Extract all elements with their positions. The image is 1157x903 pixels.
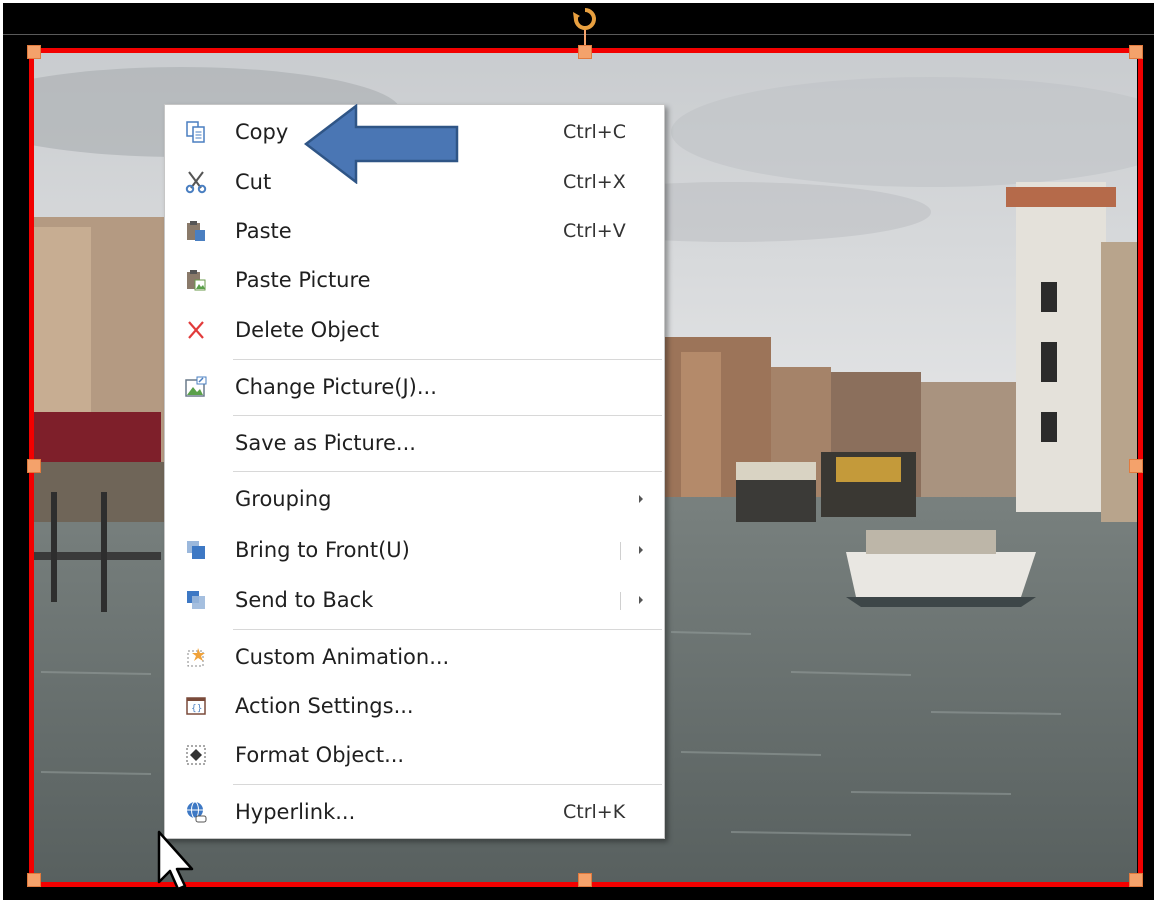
submenu-divider — [620, 592, 621, 610]
menu-item-shortcut: Ctrl+X — [563, 171, 626, 193]
menu-item-change-picture[interactable]: Change Picture(J)... — [165, 365, 664, 409]
menu-separator — [233, 629, 662, 630]
resize-handle-top-left[interactable] — [27, 45, 41, 59]
resize-handle-right[interactable] — [1129, 459, 1143, 473]
menu-item-grouping[interactable]: Grouping — [165, 477, 664, 521]
menu-item-label: Hyperlink... — [235, 800, 356, 824]
menu-item-action-settings[interactable]: {} Action Settings... — [165, 684, 664, 728]
scissors-icon — [183, 169, 209, 195]
submenu-arrow-icon[interactable] — [639, 546, 643, 554]
menu-item-label: Custom Animation... — [235, 645, 450, 669]
send-to-back-icon — [183, 587, 209, 613]
menu-item-shortcut: Ctrl+K — [563, 801, 626, 823]
resize-handle-bottom-right[interactable] — [1129, 873, 1143, 887]
menu-item-send-to-back[interactable]: Send to Back — [165, 578, 664, 622]
menu-separator — [233, 784, 662, 785]
menu-item-label: Delete Object — [235, 318, 380, 342]
menu-item-paste[interactable]: Paste Ctrl+V — [165, 209, 664, 253]
resize-handle-left[interactable] — [27, 459, 41, 473]
resize-handle-bottom-left[interactable] — [27, 873, 41, 887]
menu-item-label: Paste — [235, 219, 292, 243]
hyperlink-globe-icon — [183, 799, 209, 825]
menu-item-label: Bring to Front(U) — [235, 538, 410, 562]
menu-item-shortcut: Ctrl+V — [563, 220, 626, 242]
rotate-handle-icon[interactable] — [572, 6, 598, 32]
menu-item-label: Grouping — [235, 487, 332, 511]
svg-text:{}: {} — [191, 704, 202, 714]
copy-icon — [183, 119, 209, 145]
menu-item-custom-animation[interactable]: Custom Animation... — [165, 635, 664, 679]
menu-item-label: Change Picture(J)... — [235, 375, 437, 399]
menu-item-delete-object[interactable]: Delete Object — [165, 308, 664, 352]
menu-separator — [233, 359, 662, 360]
menu-separator — [233, 471, 662, 472]
menu-separator — [233, 415, 662, 416]
annotation-arrow-icon — [303, 103, 460, 188]
menu-item-save-as-picture[interactable]: Save as Picture... — [165, 421, 664, 465]
menu-item-label: Format Object... — [235, 743, 405, 767]
bring-to-front-icon — [183, 537, 209, 563]
menu-item-hyperlink[interactable]: Hyperlink... Ctrl+K — [165, 790, 664, 834]
menu-item-label: Save as Picture... — [235, 431, 416, 455]
change-picture-icon — [183, 374, 209, 400]
menu-item-shortcut: Ctrl+C — [563, 121, 626, 143]
custom-animation-icon — [183, 644, 209, 670]
paste-picture-icon — [183, 267, 209, 293]
menu-item-label: Paste Picture — [235, 268, 371, 292]
submenu-arrow-icon[interactable] — [639, 596, 643, 604]
submenu-divider — [620, 542, 621, 560]
menu-item-format-object[interactable]: Format Object... — [165, 733, 664, 777]
menu-item-paste-picture[interactable]: Paste Picture — [165, 258, 664, 302]
resize-handle-top-right[interactable] — [1129, 45, 1143, 59]
canvas-guide-line — [3, 34, 1154, 35]
context-menu: Copy Ctrl+C Cut Ctrl+X Paste Ctrl+V Past… — [164, 104, 665, 839]
format-object-icon — [183, 742, 209, 768]
resize-handle-top[interactable] — [578, 45, 592, 59]
menu-item-label: Send to Back — [235, 588, 374, 612]
delete-x-icon — [183, 317, 209, 343]
menu-item-bring-to-front[interactable]: Bring to Front(U) — [165, 528, 664, 572]
paste-icon — [183, 218, 209, 244]
menu-item-label: Action Settings... — [235, 694, 414, 718]
resize-handle-bottom[interactable] — [578, 873, 592, 887]
action-settings-icon: {} — [183, 693, 209, 719]
submenu-arrow-icon — [639, 495, 643, 503]
menu-item-label: Cut — [235, 170, 272, 194]
mouse-cursor-icon — [156, 830, 196, 896]
menu-item-label: Copy — [235, 120, 289, 144]
